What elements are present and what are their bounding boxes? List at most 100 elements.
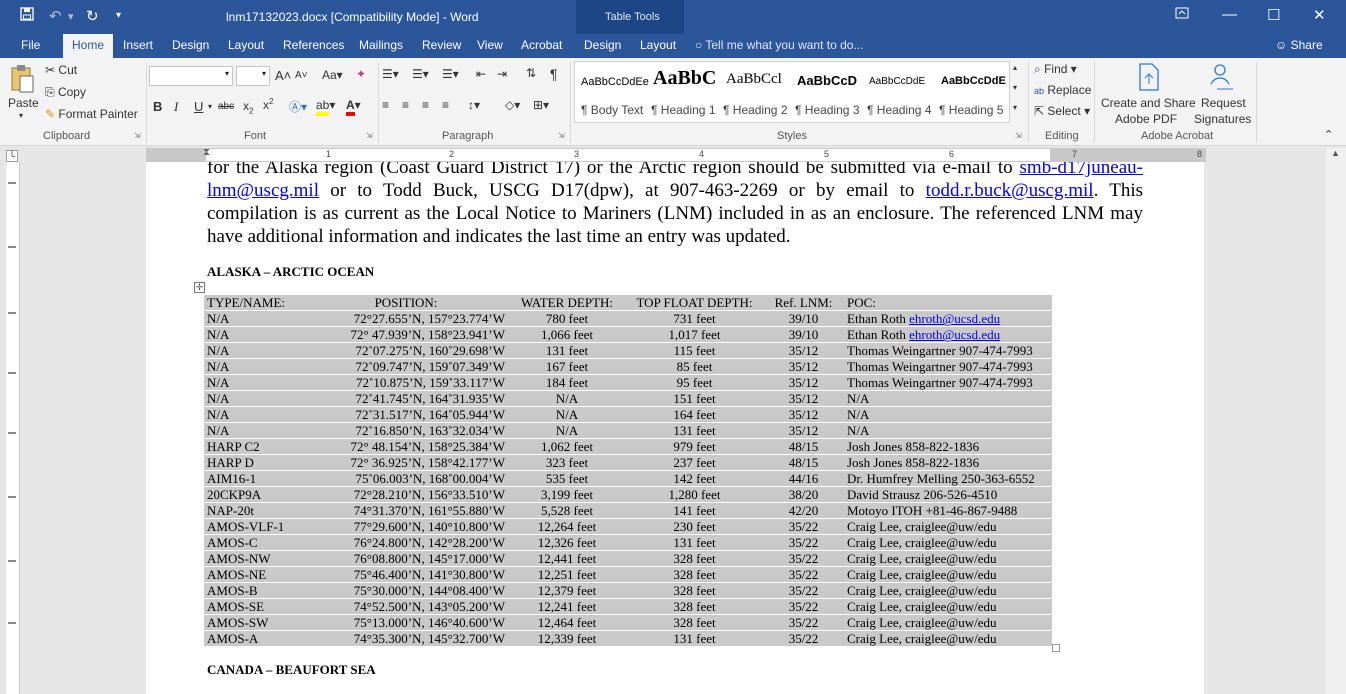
- style-preview-body-text[interactable]: AaBbCcDdEe: [581, 76, 649, 88]
- clipboard-launcher-icon[interactable]: ⇲: [134, 131, 141, 140]
- table-cell[interactable]: 35/22: [763, 566, 844, 584]
- table-header-cell[interactable]: WATER DEPTH:: [508, 295, 626, 312]
- font-family-dropdown[interactable]: ▾: [149, 66, 233, 86]
- table-cell[interactable]: 72˚09.747’N, 159˚07.349’W: [304, 358, 508, 376]
- table-cell[interactable]: AMOS-C: [204, 534, 304, 552]
- create-share-pdf-button[interactable]: Create and Share: [1101, 96, 1196, 110]
- table-cell[interactable]: 12,326 feet: [508, 534, 626, 552]
- clear-formatting-icon[interactable]: ✦: [356, 67, 366, 81]
- table-cell[interactable]: 39/10: [763, 326, 844, 344]
- align-center-icon[interactable]: ≡: [402, 98, 409, 112]
- table-cell[interactable]: Craig Lee, craiglee@uw/edu: [844, 550, 1052, 568]
- paste-dropdown-icon[interactable]: ▾: [19, 111, 23, 120]
- table-cell[interactable]: AMOS-SW: [204, 614, 304, 632]
- table-resize-handle[interactable]: [1052, 644, 1060, 652]
- table-cell[interactable]: AMOS-B: [204, 582, 304, 600]
- style-preview-heading-5[interactable]: AaBbCcDdE: [941, 75, 1006, 87]
- table-cell[interactable]: 76°08.800’N, 145°17.000’W: [304, 550, 508, 568]
- table-cell[interactable]: 74°35.300’N, 145°32.700’W: [304, 630, 508, 648]
- table-cell[interactable]: 115 feet: [626, 342, 763, 360]
- strikethrough-icon[interactable]: abc: [218, 101, 234, 112]
- table-cell[interactable]: Dr. Humfrey Melling 250-363-6552: [844, 470, 1052, 488]
- replace-button[interactable]: ab Replace: [1034, 83, 1091, 97]
- styles-scroll-down-icon[interactable]: ▾: [1013, 83, 1017, 92]
- table-header-cell[interactable]: POSITION:: [304, 295, 508, 312]
- table-cell[interactable]: N/A: [204, 310, 304, 328]
- table-cell[interactable]: 72° 48.154’N, 158°25.384’W: [304, 438, 508, 456]
- table-cell[interactable]: 72˚10.875’N, 159˚33.117’W: [304, 374, 508, 392]
- tab-view[interactable]: View: [477, 38, 503, 52]
- customize-toolbar-icon[interactable]: ▾: [116, 10, 121, 21]
- vertical-scrollbar[interactable]: ▲: [1326, 148, 1346, 694]
- table-cell[interactable]: 131 feet: [626, 422, 763, 440]
- format-painter-button[interactable]: ✎ Format Painter: [45, 107, 138, 121]
- table-cell[interactable]: 39/10: [763, 310, 844, 328]
- share-button[interactable]: ☺ Share: [1275, 38, 1323, 52]
- table-cell[interactable]: 48/15: [763, 454, 844, 472]
- subscript-icon[interactable]: x2: [243, 99, 253, 115]
- undo-icon[interactable]: ↶: [49, 7, 62, 25]
- underline-dropdown-icon[interactable]: ▾: [208, 102, 212, 111]
- style-preview-heading-3[interactable]: AaBbCcD: [797, 73, 857, 88]
- email-link[interactable]: todd.r.buck@uscg.mil: [926, 180, 1094, 201]
- paste-icon[interactable]: [10, 64, 34, 97]
- font-launcher-icon[interactable]: ⇲: [366, 131, 373, 140]
- table-cell[interactable]: 72°27.655’N, 157°23.774’W: [304, 310, 508, 328]
- signature-icon[interactable]: [1205, 62, 1235, 95]
- table-cell[interactable]: 35/12: [763, 390, 844, 408]
- tab-layout[interactable]: Layout: [228, 38, 264, 52]
- table-cell[interactable]: 20CKP9A: [204, 486, 304, 504]
- table-cell[interactable]: Craig Lee, craiglee@uw/edu: [844, 614, 1052, 632]
- table-cell[interactable]: Thomas Weingartner 907-474-7993: [844, 342, 1052, 360]
- table-cell[interactable]: 12,251 feet: [508, 566, 626, 584]
- table-cell[interactable]: 35/12: [763, 406, 844, 424]
- table-cell[interactable]: N/A: [204, 422, 304, 440]
- table-cell[interactable]: 35/12: [763, 422, 844, 440]
- style-heading-4[interactable]: ¶ Heading 4: [867, 103, 932, 117]
- body-paragraph[interactable]: for the Alaska region (Coast Guard Distr…: [207, 162, 1143, 248]
- numbering-icon[interactable]: ☰▾: [412, 67, 429, 81]
- table-cell[interactable]: 72˚31.517’N, 164˚05.944’W: [304, 406, 508, 424]
- ribbon-display-options-icon[interactable]: [1175, 6, 1189, 23]
- grow-font-icon[interactable]: A˄: [275, 68, 291, 83]
- table-cell[interactable]: N/A: [844, 406, 1052, 424]
- request-signatures-button[interactable]: Request: [1201, 96, 1246, 110]
- table-cell[interactable]: 1,280 feet: [626, 486, 763, 504]
- find-button[interactable]: ⌕ Find ▾: [1034, 62, 1077, 77]
- table-cell[interactable]: 12,464 feet: [508, 614, 626, 632]
- table-cell[interactable]: Ethan Roth ehroth@ucsd.edu: [844, 310, 1052, 328]
- table-cell[interactable]: 75˚06.003’N, 168˚00.004’W: [304, 470, 508, 488]
- italic-icon[interactable]: I: [174, 99, 178, 115]
- tab-design[interactable]: Design: [172, 38, 209, 52]
- table-cell[interactable]: 77°29.600’N, 140°10.800’W: [304, 518, 508, 536]
- document-page[interactable]: for the Alaska region (Coast Guard Distr…: [146, 162, 1204, 694]
- table-cell[interactable]: N/A: [508, 422, 626, 440]
- table-cell[interactable]: N/A: [508, 406, 626, 424]
- style-preview-heading-1[interactable]: AaBbC: [653, 67, 716, 90]
- table-cell[interactable]: Josh Jones 858-822-1836: [844, 438, 1052, 456]
- table-cell[interactable]: 44/16: [763, 470, 844, 488]
- table-cell[interactable]: 85 feet: [626, 358, 763, 376]
- table-cell[interactable]: 142 feet: [626, 470, 763, 488]
- style-heading-5[interactable]: ¶ Heading 5: [939, 103, 1004, 117]
- table-cell[interactable]: David Strausz 206-526-4510: [844, 486, 1052, 504]
- table-cell[interactable]: 328 feet: [626, 550, 763, 568]
- table-cell[interactable]: 72° 36.925’N, 158°42.177’W: [304, 454, 508, 472]
- tab-mailings[interactable]: Mailings: [359, 38, 403, 52]
- table-cell[interactable]: AMOS-A: [204, 630, 304, 648]
- table-cell[interactable]: 35/12: [763, 374, 844, 392]
- table-header-cell[interactable]: TOP FLOAT DEPTH:: [626, 295, 763, 312]
- table-cell[interactable]: N/A: [844, 390, 1052, 408]
- align-right-icon[interactable]: ≡: [422, 98, 429, 112]
- table-cell[interactable]: N/A: [204, 374, 304, 392]
- table-cell[interactable]: 42/20: [763, 502, 844, 520]
- table-cell[interactable]: 1,017 feet: [626, 326, 763, 344]
- table-cell[interactable]: Craig Lee, craiglee@uw/edu: [844, 582, 1052, 600]
- table-cell[interactable]: Craig Lee, craiglee@uw/edu: [844, 598, 1052, 616]
- style-preview-heading-4[interactable]: AaBbCcDdE: [869, 76, 925, 87]
- table-cell[interactable]: 38/20: [763, 486, 844, 504]
- justify-icon[interactable]: ≡: [442, 98, 449, 112]
- table-cell[interactable]: AMOS-SE: [204, 598, 304, 616]
- table-cell[interactable]: 72˚16.850’N, 163˚32.034’W: [304, 422, 508, 440]
- table-cell[interactable]: Thomas Weingartner 907-474-7993: [844, 358, 1052, 376]
